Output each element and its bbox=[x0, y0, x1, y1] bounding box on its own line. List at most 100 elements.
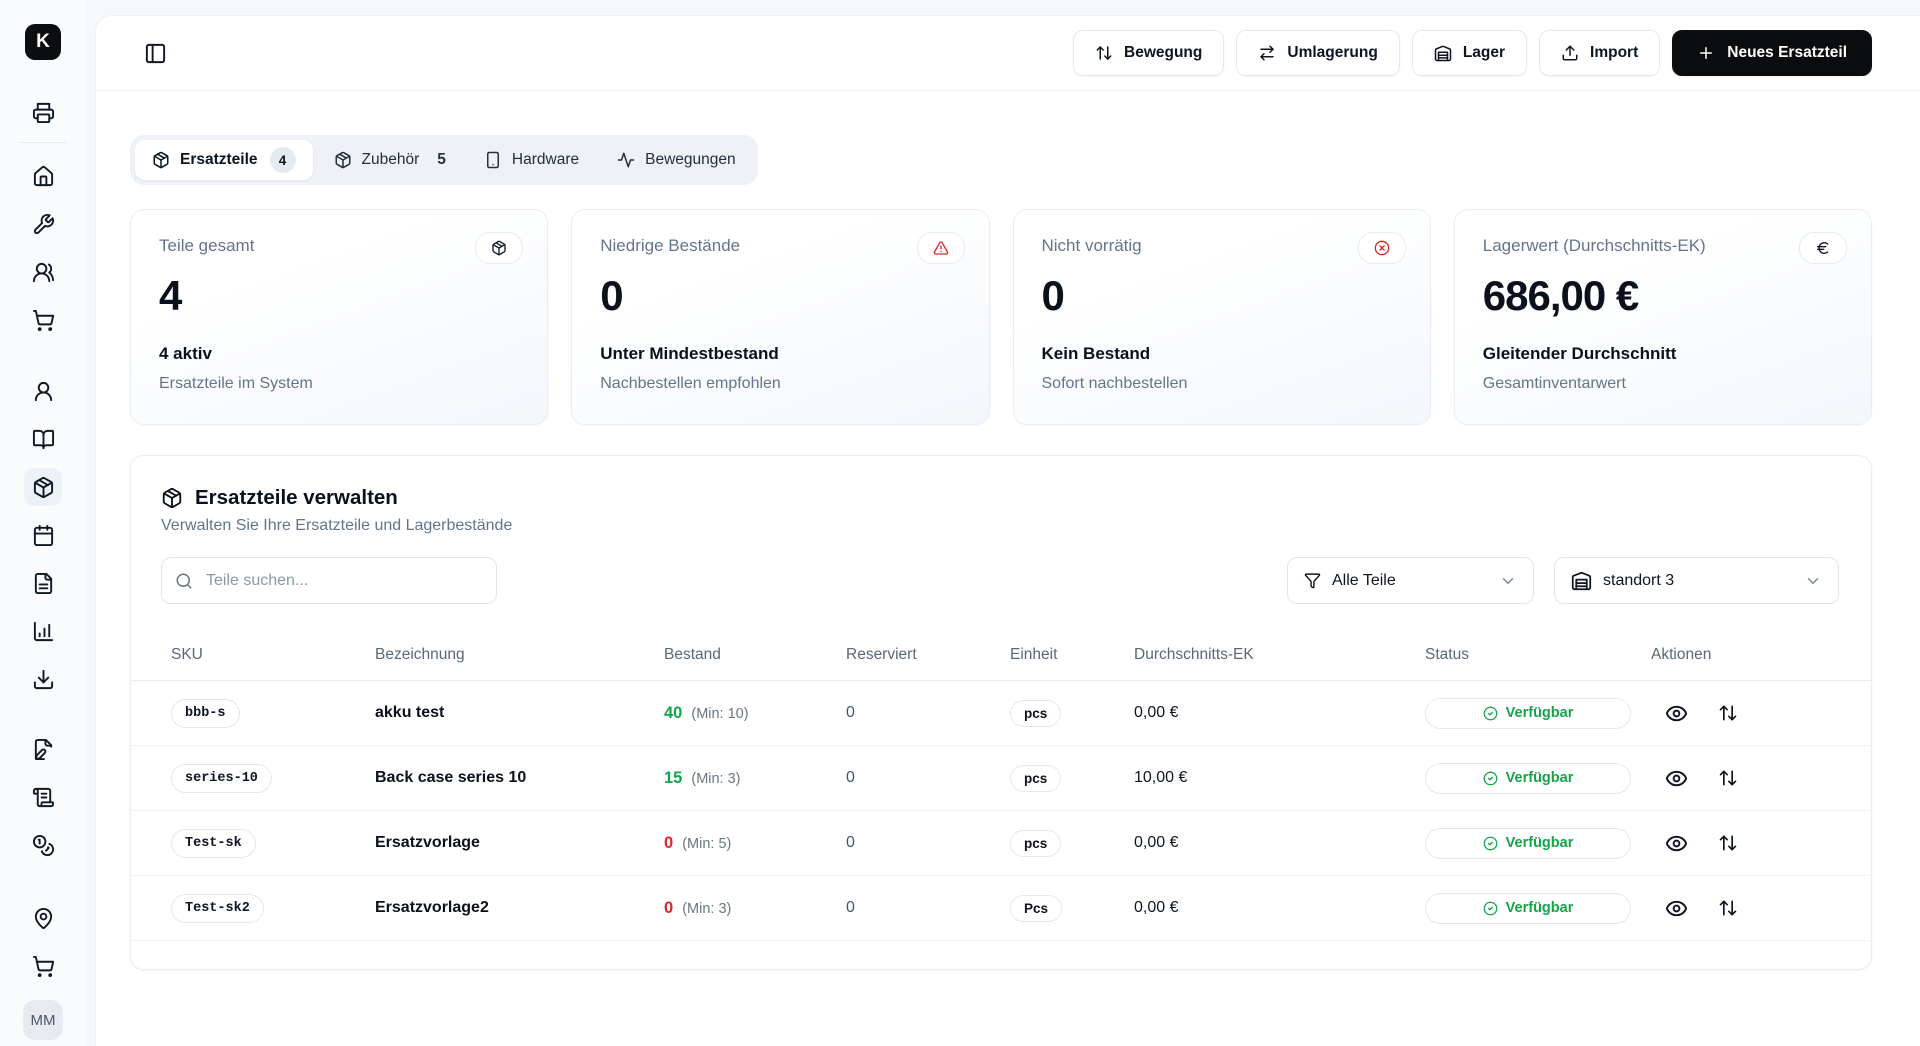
sidebar-item-home[interactable] bbox=[24, 157, 62, 195]
filter-dropdown-standort-3[interactable]: standort 3 bbox=[1554, 557, 1839, 604]
lager-button[interactable]: Lager bbox=[1412, 30, 1527, 76]
circle-check-icon bbox=[1483, 836, 1498, 851]
sidebar-group bbox=[20, 894, 66, 990]
filter-label: Alle Teile bbox=[1332, 572, 1396, 590]
user-avatar[interactable]: MM bbox=[23, 1000, 63, 1040]
sidebar-item-wrench[interactable] bbox=[24, 205, 62, 243]
unit-badge: Pcs bbox=[1010, 895, 1062, 922]
sidebar-group bbox=[20, 725, 66, 869]
move-part-button[interactable] bbox=[1718, 833, 1738, 853]
panel-left-icon bbox=[144, 42, 167, 65]
warehouse-icon bbox=[1571, 570, 1592, 591]
sku-badge: Test-sk bbox=[171, 829, 256, 858]
umlagerung-button[interactable]: Umlagerung bbox=[1236, 30, 1399, 76]
sidebar-item-file-pen[interactable] bbox=[24, 730, 62, 768]
calendar-icon bbox=[32, 524, 55, 547]
sidebar-item-book-open[interactable] bbox=[24, 420, 62, 458]
reserved-value: 0 bbox=[846, 899, 855, 916]
sidebar-item-calendar[interactable] bbox=[24, 516, 62, 554]
button-label: Lager bbox=[1463, 44, 1505, 62]
stat-card-label: Nicht vorrätig bbox=[1042, 236, 1402, 256]
top-toolbar: Bewegung Umlagerung Lager Import Neues Ersat… bbox=[96, 16, 1920, 91]
button-label: Bewegung bbox=[1124, 44, 1202, 62]
map-pin-icon bbox=[32, 907, 55, 930]
sidebar-group bbox=[20, 88, 66, 136]
sidebar-divider bbox=[20, 142, 66, 143]
arrows-up-down-icon bbox=[1718, 833, 1738, 853]
sidebar-toggle-button[interactable] bbox=[138, 36, 172, 70]
package-icon bbox=[334, 151, 352, 169]
filter-dropdowns: Alle Teile standort 3 bbox=[1287, 557, 1839, 604]
sidebar-item-user[interactable] bbox=[24, 372, 62, 410]
search-box bbox=[161, 557, 497, 604]
stat-card-subtitle: 4 aktiv bbox=[159, 344, 519, 364]
page-content: Ersatzteile4Zubehör5HardwareBewegungen T… bbox=[96, 91, 1920, 970]
column-header-reserviert: Reserviert bbox=[846, 646, 1010, 664]
stock-value: 0 bbox=[664, 899, 673, 917]
sidebar-item-coins[interactable] bbox=[24, 826, 62, 864]
column-header-bezeichnung: Bezeichnung bbox=[375, 646, 664, 664]
parts-management-card: Ersatzteile verwalten Verwalten Sie Ihre… bbox=[130, 455, 1872, 970]
stat-card-caption: Gesamtinventarwert bbox=[1483, 375, 1843, 393]
neues-ersatzteil-button[interactable]: Neues Ersatzteil bbox=[1672, 30, 1872, 76]
sidebar-item-file-text[interactable] bbox=[24, 564, 62, 602]
tab-label: Ersatzteile bbox=[180, 151, 258, 169]
sidebar-item-printer[interactable] bbox=[24, 93, 62, 131]
tab-ersatzteile[interactable]: Ersatzteile4 bbox=[135, 140, 313, 180]
tab-hardware[interactable]: Hardware bbox=[467, 140, 596, 180]
part-name: akku test bbox=[375, 704, 444, 721]
part-name: Ersatzvorlage bbox=[375, 834, 480, 851]
arrows-up-down-icon bbox=[1718, 898, 1738, 918]
table-controls: Alle Teile standort 3 bbox=[161, 557, 1839, 604]
move-part-button[interactable] bbox=[1718, 703, 1738, 723]
view-part-button[interactable] bbox=[1665, 702, 1688, 725]
column-header-status: Status bbox=[1425, 646, 1651, 664]
circle-x-icon bbox=[1374, 240, 1390, 256]
sidebar-navigation bbox=[20, 60, 66, 990]
users-icon bbox=[32, 261, 55, 284]
tab-zubehör[interactable]: Zubehör5 bbox=[317, 140, 463, 180]
part-name: Back case series 10 bbox=[375, 769, 526, 786]
sidebar-item-users[interactable] bbox=[24, 253, 62, 291]
view-part-button[interactable] bbox=[1665, 767, 1688, 790]
bewegung-button[interactable]: Bewegung bbox=[1073, 30, 1224, 76]
import-button[interactable]: Import bbox=[1539, 30, 1660, 76]
sidebar-item-download[interactable] bbox=[24, 660, 62, 698]
sidebar-item-map-pin[interactable] bbox=[24, 899, 62, 937]
alert-triangle-icon bbox=[933, 240, 949, 256]
avg-price-value: 0,00 € bbox=[1134, 704, 1178, 721]
tab-bar: Ersatzteile4Zubehör5HardwareBewegungen bbox=[130, 135, 758, 185]
filter-icon bbox=[1304, 572, 1321, 589]
tab-count: 5 bbox=[437, 151, 446, 169]
unit-badge: pcs bbox=[1010, 830, 1061, 857]
sidebar-item-shopping-cart[interactable] bbox=[24, 947, 62, 985]
filter-dropdown-alle-teile[interactable]: Alle Teile bbox=[1287, 557, 1534, 604]
stat-card-lagerwert-durchschnitts-ek: Lagerwert (Durchschnitts-EK)686,00 €Glei… bbox=[1454, 209, 1872, 425]
status-label: Verfügbar bbox=[1506, 705, 1574, 721]
sidebar-item-bar-chart[interactable] bbox=[24, 612, 62, 650]
move-part-button[interactable] bbox=[1718, 768, 1738, 788]
move-part-button[interactable] bbox=[1718, 898, 1738, 918]
eye-icon bbox=[1665, 897, 1688, 920]
status-label: Verfügbar bbox=[1506, 835, 1574, 851]
chevron-down-icon bbox=[1499, 572, 1517, 590]
view-part-button[interactable] bbox=[1665, 897, 1688, 920]
reserved-value: 0 bbox=[846, 834, 855, 851]
table-row: Test-sk2Ersatzvorlage20(Min: 3)0Pcs0,00 … bbox=[131, 876, 1871, 941]
tab-bewegungen[interactable]: Bewegungen bbox=[600, 140, 753, 180]
eye-icon bbox=[1665, 832, 1688, 855]
sidebar-item-scroll-text[interactable] bbox=[24, 778, 62, 816]
min-stock-label: (Min: 5) bbox=[682, 836, 731, 852]
view-part-button[interactable] bbox=[1665, 832, 1688, 855]
package-icon bbox=[32, 476, 55, 499]
search-input[interactable] bbox=[161, 557, 497, 604]
status-badge: Verfügbar bbox=[1425, 763, 1631, 794]
stock-value: 40 bbox=[664, 704, 682, 722]
min-stock-label: (Min: 3) bbox=[682, 901, 731, 917]
stat-card-value: 4 bbox=[159, 272, 519, 320]
circle-check-icon bbox=[1483, 901, 1498, 916]
app-logo[interactable]: K bbox=[25, 24, 61, 60]
sidebar-item-shopping-cart[interactable] bbox=[24, 301, 62, 339]
sidebar-item-package[interactable] bbox=[24, 468, 62, 506]
filter-label: standort 3 bbox=[1603, 572, 1674, 590]
